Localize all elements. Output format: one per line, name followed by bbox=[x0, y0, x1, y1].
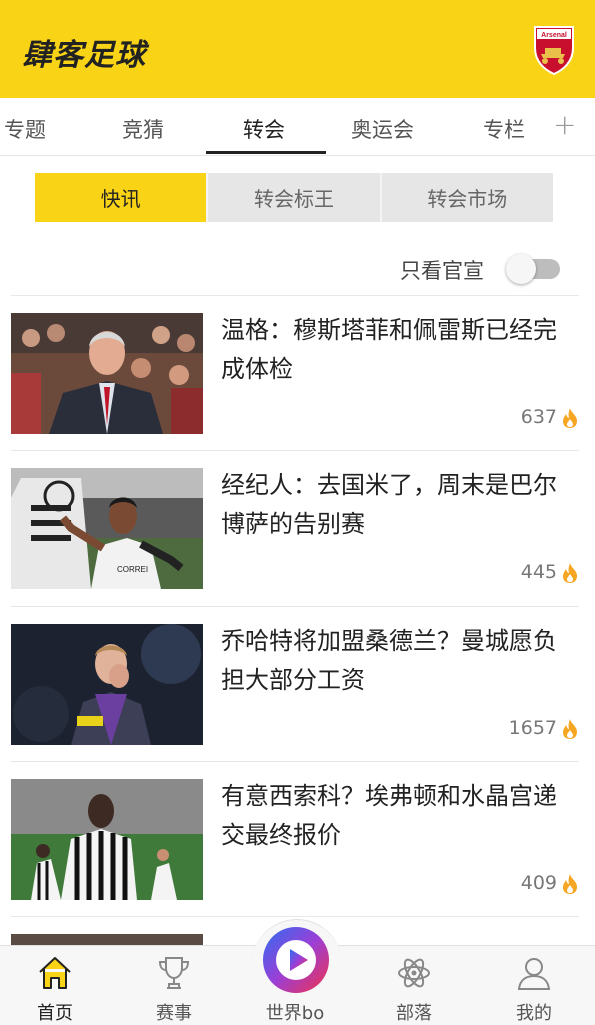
trophy-icon bbox=[158, 957, 190, 989]
news-item[interactable]: 有意西索科？埃弗顿和水晶宫递交最终报价 409 bbox=[11, 761, 579, 916]
add-tab-icon[interactable]: + bbox=[553, 108, 576, 141]
segment-transfer-market[interactable]: 转会市场 bbox=[379, 173, 553, 222]
news-headline: 有意西索科？埃弗顿和水晶宫递交最终报价 bbox=[221, 782, 557, 849]
segment-news-flash[interactable]: 快讯 bbox=[35, 173, 207, 222]
svg-text:CORREI: CORREI bbox=[117, 565, 148, 574]
news-item[interactable]: CORREI 经纪人：去国米了，周末是巴尔博萨的告别赛 445 bbox=[11, 450, 579, 605]
hot-count: 445 bbox=[520, 561, 557, 583]
nav-label: 赛事 bbox=[156, 1003, 192, 1024]
news-headline: 乔哈特将加盟桑德兰？曼城愿负担大部分工资 bbox=[221, 627, 557, 694]
fire-icon bbox=[563, 874, 577, 894]
tab-olympics[interactable]: 奥运会 bbox=[351, 114, 414, 144]
tab-column[interactable]: 专栏 bbox=[483, 114, 525, 144]
nav-home[interactable]: 首页 bbox=[15, 946, 95, 1025]
atom-icon bbox=[398, 958, 430, 988]
nav-tribe[interactable]: 部落 bbox=[374, 946, 454, 1025]
tab-guess[interactable]: 竞猜 bbox=[122, 114, 164, 144]
nav-label: 世界bo bbox=[265, 1003, 325, 1024]
fire-icon bbox=[563, 719, 577, 739]
user-icon bbox=[517, 958, 551, 990]
hot-count: 637 bbox=[520, 406, 557, 428]
nav-matches[interactable]: 赛事 bbox=[134, 946, 214, 1025]
nav-label: 部落 bbox=[396, 1003, 432, 1024]
toggle-knob bbox=[506, 254, 536, 284]
svg-text:Arsenal: Arsenal bbox=[541, 32, 567, 39]
official-only-label: 只看官宣 bbox=[400, 259, 484, 283]
home-icon bbox=[39, 957, 71, 989]
hot-count: 409 bbox=[520, 872, 557, 894]
official-only-toggle[interactable] bbox=[506, 254, 560, 284]
app-title: 肆客足球 bbox=[22, 38, 146, 73]
active-tab-indicator bbox=[206, 151, 326, 154]
tab-transfer[interactable]: 转会 bbox=[243, 114, 285, 144]
play-icon[interactable] bbox=[260, 924, 332, 996]
nav-label: 首页 bbox=[37, 1003, 73, 1024]
segment-transfer-king[interactable]: 转会标王 bbox=[206, 173, 380, 222]
news-thumbnail-wenger bbox=[11, 313, 203, 434]
app-header: 肆客足球 Arsenal bbox=[0, 0, 595, 98]
news-item[interactable]: 温格：穆斯塔菲和佩雷斯已经完成体检 637 bbox=[11, 295, 579, 450]
nav-label: 我的 bbox=[516, 1003, 552, 1024]
news-thumbnail-sissoko bbox=[11, 779, 203, 900]
nav-me[interactable]: 我的 bbox=[494, 946, 574, 1025]
news-headline: 经纪人：去国米了，周末是巴尔博萨的告别赛 bbox=[221, 471, 557, 538]
segment-control: 快讯 转会标王 转会市场 bbox=[35, 173, 553, 222]
news-thumbnail-barbosa: CORREI bbox=[11, 468, 203, 589]
category-tabs: 专题 竞猜 转会 奥运会 专栏 + bbox=[0, 98, 595, 156]
news-headline: 温格：穆斯塔菲和佩雷斯已经完成体检 bbox=[221, 316, 557, 383]
divider bbox=[11, 916, 579, 917]
news-item[interactable]: 乔哈特将加盟桑德兰？曼城愿负担大部分工资 1657 bbox=[11, 606, 579, 761]
fire-icon bbox=[563, 563, 577, 583]
arsenal-crest-icon[interactable]: Arsenal bbox=[531, 24, 577, 76]
hot-count: 1657 bbox=[508, 717, 557, 739]
news-thumbnail-joe-hart bbox=[11, 624, 203, 745]
tab-topics[interactable]: 专题 bbox=[4, 114, 46, 144]
fire-icon bbox=[563, 408, 577, 428]
